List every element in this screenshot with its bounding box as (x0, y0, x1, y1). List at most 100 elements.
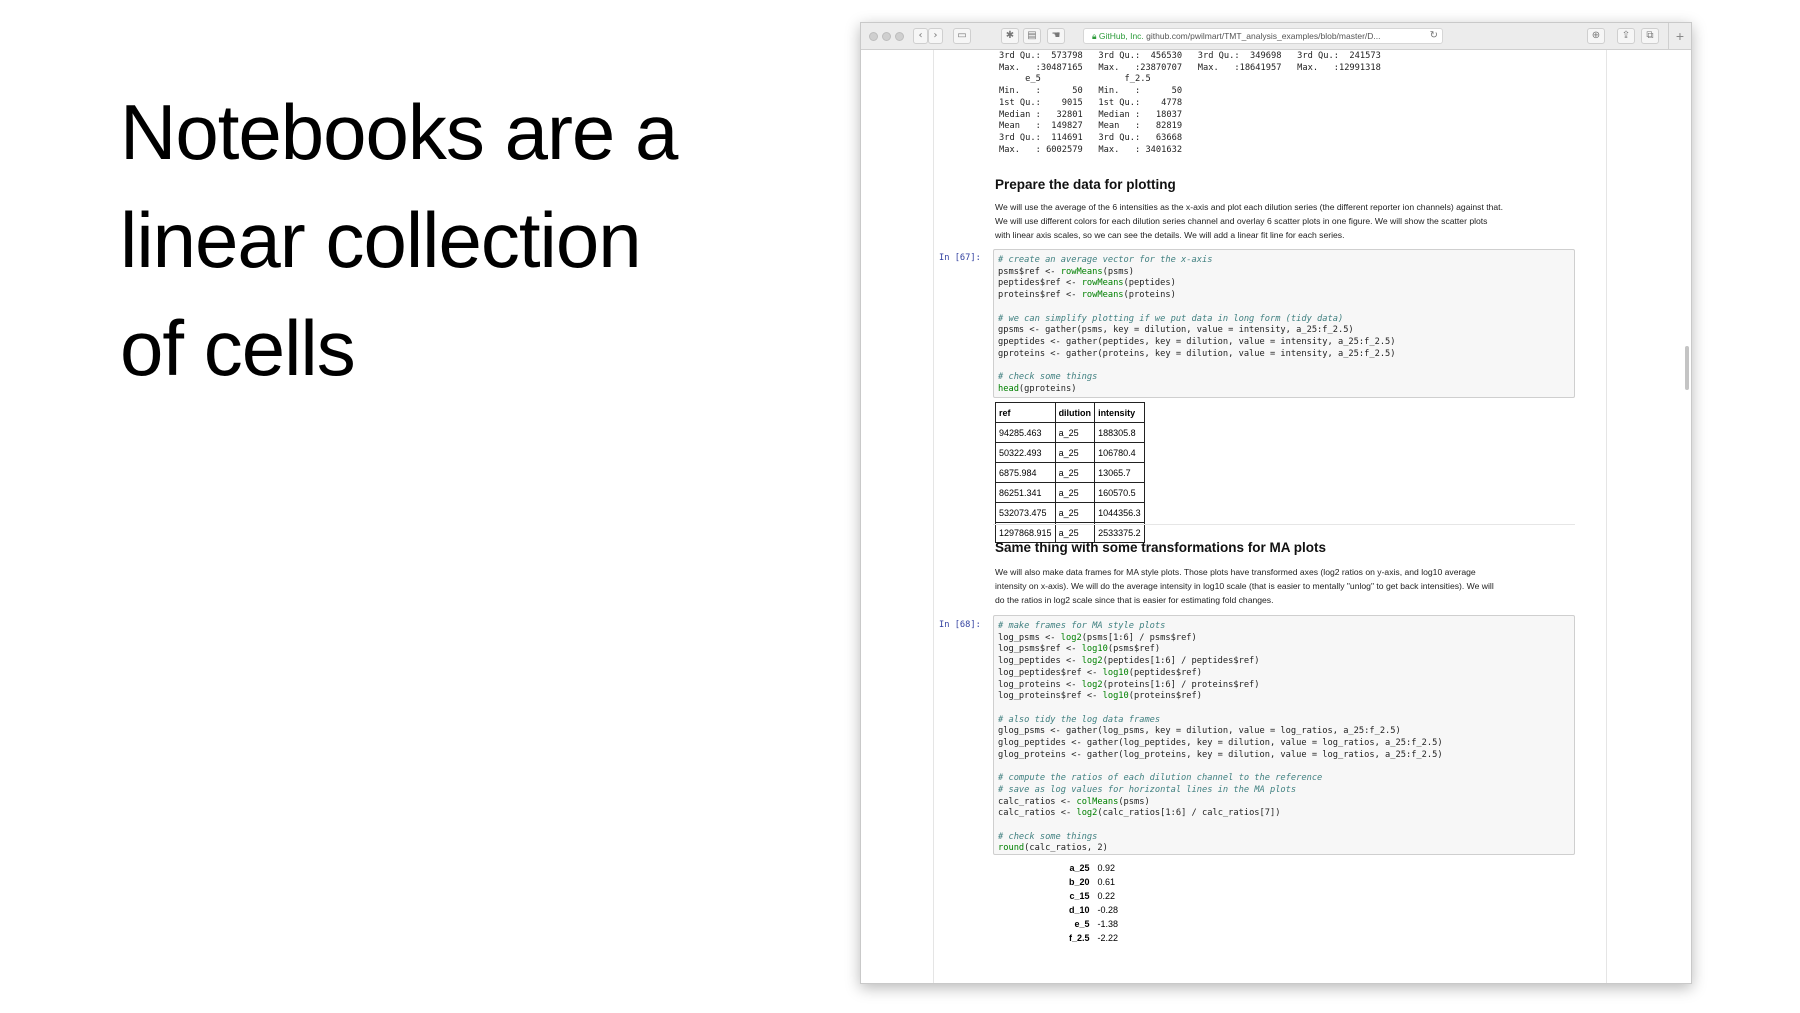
address-bar[interactable]: 🔒︎ GitHub, Inc. github.com/pwilmart/TMT_… (1083, 28, 1443, 44)
code-line: log_proteins$ref <- log10(proteins$ref) (998, 691, 1202, 702)
table-header: intensity (1094, 402, 1145, 423)
table-cell: 106780.4 (1094, 442, 1145, 463)
code-cell[interactable]: # create an average vector for the x-axi… (993, 249, 1575, 398)
extension-icon[interactable]: ✱ (1001, 28, 1019, 44)
share-icon[interactable]: ⇪ (1617, 28, 1635, 44)
ratio-value: 0.22 (1097, 891, 1116, 901)
slide-title-line-3: of cells (120, 304, 356, 392)
table-cell: a_25 (1054, 442, 1096, 463)
paragraph-line: do the ratios in log2 scale since that i… (995, 595, 1274, 605)
code-function: log2 (1081, 656, 1103, 667)
code-function: rowMeans (1060, 266, 1103, 277)
output-table: ref dilution intensity 94285.463 a_25 188305… (995, 402, 1145, 543)
forward-button[interactable]: › (928, 28, 943, 44)
table-row: 86251.341 a_25 160570.5 (995, 482, 1145, 503)
code-function: log10 (1102, 691, 1129, 702)
section-paragraph: We will use the average of the 6 intensi… (995, 200, 1577, 242)
paragraph-line: intensity on x-axis). We will do the ave… (995, 581, 1494, 591)
lock-icon: 🔒︎ (1092, 31, 1097, 41)
code-line: gproteins <- gather(proteins, key = dilu… (998, 348, 1396, 359)
slide-title: Notebooks are a linear collection of cel… (120, 78, 760, 402)
paragraph-line: with linear axis scales, so we can see t… (995, 230, 1345, 240)
new-tab-icon[interactable]: + (1668, 23, 1691, 49)
code-line: calc_ratios <- log2(calc_ratios[1:6] / c… (998, 808, 1281, 819)
section-heading: Same thing with some transformations for… (995, 540, 1327, 555)
page-border-right (1606, 50, 1607, 983)
ratios-output: a_25 0.92 b_20 0.61 c_15 0.22 d_10 -0.28 e_5 -1.3… (1069, 861, 1118, 945)
code-line: glog_proteins <- gather(log_proteins, ke… (998, 749, 1443, 760)
table-row: 94285.463 a_25 188305.8 (995, 422, 1145, 443)
table-cell: a_25 (1054, 462, 1096, 483)
section-heading: Prepare the data for plotting (995, 177, 1176, 192)
code-function: rowMeans (1081, 290, 1124, 301)
ratio-row: d_10 -0.28 (1069, 903, 1118, 917)
code-function: log2 (1060, 632, 1082, 643)
ratio-value: -1.38 (1097, 919, 1119, 929)
code-comment: # save as log values for horizontal line… (998, 784, 1297, 795)
paragraph-line: We will also make data frames for MA sty… (995, 567, 1476, 577)
code-line: log_psms <- log2(psms[1:6] / psms$ref) (998, 632, 1197, 643)
cell-prompt: In [67]: (939, 253, 981, 263)
code-comment: # create an average vector for the x-axi… (998, 255, 1213, 265)
code-line: peptides$ref <- rowMeans(peptides) (998, 278, 1176, 289)
table-cell: 188305.8 (1094, 422, 1145, 443)
ratio-row: f_2.5 -2.22 (1069, 931, 1118, 945)
code-line: head(gproteins) (998, 383, 1077, 394)
table-cell: 86251.341 (995, 482, 1056, 503)
code-line: log_proteins <- log2(proteins[1:6] / pro… (998, 679, 1260, 690)
code-input[interactable]: # make frames for MA style plots log_psm… (998, 621, 1570, 855)
download-icon[interactable]: ⊕ (1587, 28, 1605, 44)
code-function: colMeans (1076, 796, 1119, 807)
ratio-value: -0.28 (1097, 905, 1119, 915)
table-cell: 6875.984 (995, 462, 1056, 483)
table-cell: 13065.7 (1094, 462, 1145, 483)
code-line: glog_psms <- gather(log_psms, key = dilu… (998, 726, 1401, 737)
table-row: 6875.984 a_25 13065.7 (995, 462, 1145, 483)
ratio-name: d_10 (1069, 905, 1090, 915)
ratio-name: a_25 (1069, 863, 1090, 873)
scrollbar-thumb[interactable] (1685, 346, 1689, 390)
ratio-row: e_5 -1.38 (1069, 917, 1118, 931)
ratio-value: 0.92 (1097, 863, 1116, 873)
table-cell: a_25 (1054, 502, 1096, 523)
code-function: log10 (1081, 644, 1108, 655)
table-header: ref (995, 402, 1056, 423)
ratio-row: b_20 0.61 (1069, 875, 1118, 889)
page-content: 3rd Qu.: 573798 3rd Qu.: 456530 3rd Qu.:… (861, 50, 1691, 983)
code-cell[interactable]: # make frames for MA style plots log_psm… (993, 615, 1575, 855)
table-cell: 94285.463 (995, 422, 1056, 443)
ratio-name: f_2.5 (1069, 933, 1090, 943)
code-input[interactable]: # create an average vector for the x-axi… (998, 255, 1570, 395)
code-comment: # also tidy the log data frames (998, 714, 1161, 725)
paragraph-line: We will use the average of the 6 intensi… (995, 202, 1503, 212)
code-line: calc_ratios <- colMeans(psms) (998, 796, 1150, 807)
sidebar-icon[interactable]: ▭ (953, 28, 971, 44)
code-function: head (998, 383, 1019, 394)
code-comment: # compute the ratios of each dilution ch… (998, 773, 1323, 784)
code-comment: # make frames for MA style plots (998, 621, 1166, 631)
code-function: log2 (1076, 808, 1098, 819)
tabs-icon[interactable]: ⧉ (1641, 28, 1659, 44)
reload-icon[interactable]: ↻ (1430, 29, 1438, 43)
slide-title-line-2: linear collection (120, 196, 642, 284)
table-cell: 160570.5 (1094, 482, 1145, 503)
ratio-value: 0.61 (1097, 877, 1116, 887)
ratio-name: e_5 (1074, 919, 1090, 929)
table-header: dilution (1054, 402, 1096, 423)
summary-output: 3rd Qu.: 573798 3rd Qu.: 456530 3rd Qu.:… (999, 51, 1381, 155)
close-window-icon[interactable] (869, 32, 878, 41)
ratio-value: -2.22 (1097, 933, 1119, 943)
back-button[interactable]: ‹ (913, 28, 928, 44)
browser-toolbar: ‹ › ▭ ✱ ▤ ☚ 🔒︎ GitHub, Inc. github.com/p… (861, 23, 1691, 50)
table-cell: 1044356.3 (1094, 502, 1145, 523)
code-line: log_peptides <- log2(peptides[1:6] / pep… (998, 656, 1260, 667)
hand-icon[interactable]: ☚ (1047, 28, 1065, 44)
reader-icon[interactable]: ▤ (1023, 28, 1041, 44)
code-function: round (998, 843, 1025, 854)
ratio-row: a_25 0.92 (1069, 861, 1118, 875)
minimize-window-icon[interactable] (882, 32, 891, 41)
paragraph-line: We will use different colors for each di… (995, 216, 1488, 226)
table-cell: a_25 (1054, 482, 1096, 503)
slide-title-line-1: Notebooks are a (120, 88, 678, 176)
zoom-window-icon[interactable] (895, 32, 904, 41)
